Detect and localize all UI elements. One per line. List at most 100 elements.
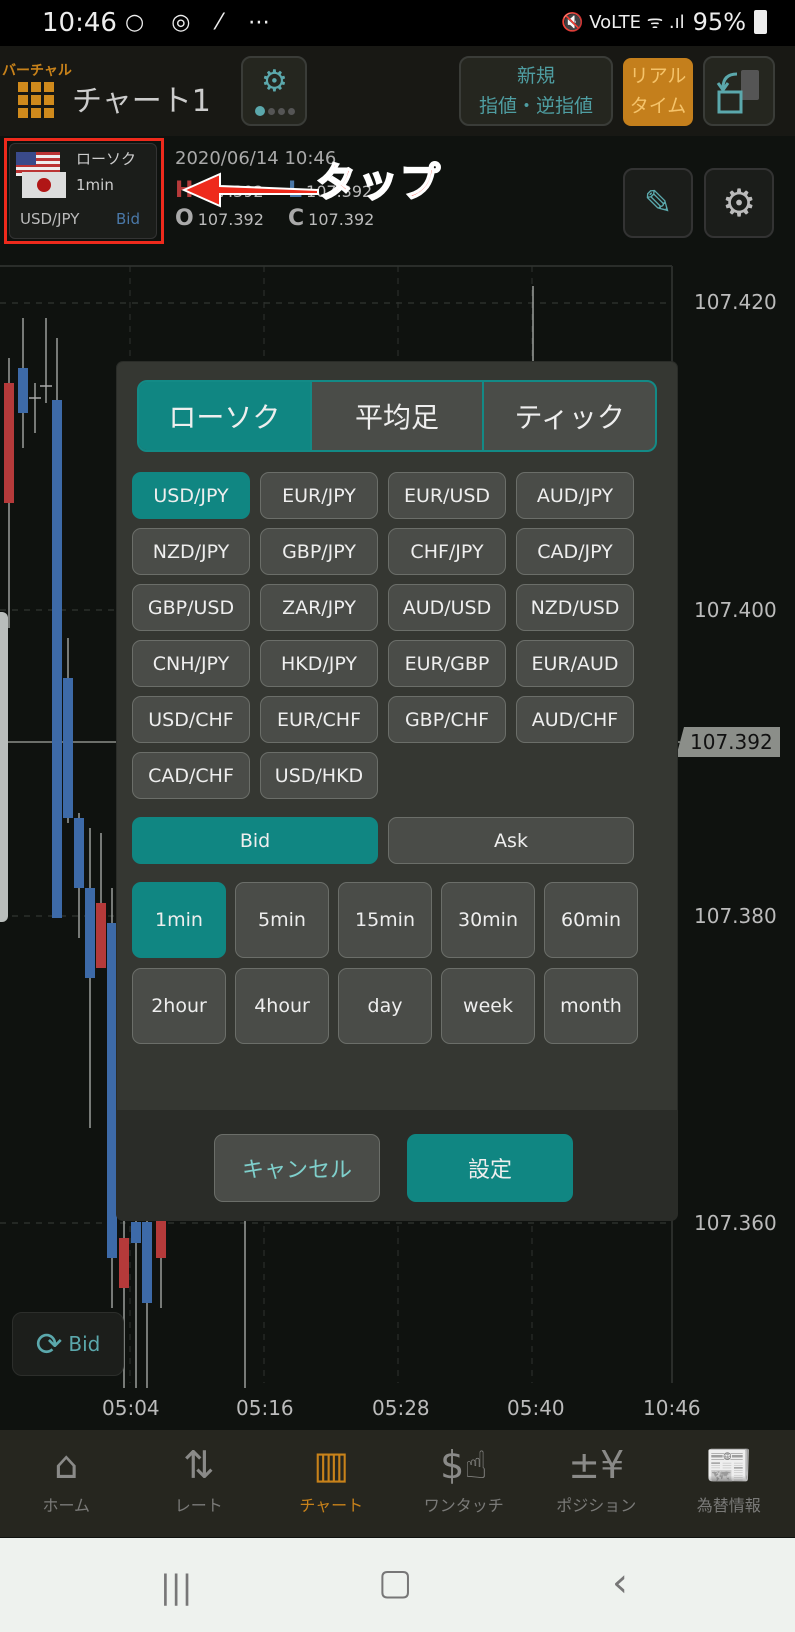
nav-item-2[interactable]: ▥ チャート xyxy=(265,1430,398,1537)
timeframe-option-4hour[interactable]: 4hour xyxy=(235,968,329,1044)
pair-option-nzd-jpy[interactable]: NZD/JPY xyxy=(132,528,250,575)
rotate-screen-button[interactable] xyxy=(703,56,775,126)
menu-grid-icon[interactable] xyxy=(18,82,54,118)
side-drawer-handle[interactable] xyxy=(0,612,8,922)
timeframe-option-day[interactable]: day xyxy=(338,968,432,1044)
chart-symbol-dialog: ローソク 平均足 ティック キャンセル 設定 USD/JPY EUR/JPY EUR… xyxy=(117,362,677,1220)
timeframe-option-week[interactable]: week xyxy=(441,968,535,1044)
timeframe-option-30min[interactable]: 30min xyxy=(441,882,535,958)
tab-tick[interactable]: ティック xyxy=(482,382,655,450)
pair-option-eur-gbp[interactable]: EUR/GBP xyxy=(388,640,506,687)
japan-flag-icon xyxy=(22,172,66,198)
pair-option-aud-jpy[interactable]: AUD/JPY xyxy=(516,472,634,519)
candle-body xyxy=(85,888,95,978)
pair-option-zar-jpy[interactable]: ZAR/JPY xyxy=(260,584,378,631)
drawing-tool-button[interactable]: ✎ xyxy=(623,168,693,238)
timeframe-option-month[interactable]: month xyxy=(544,968,638,1044)
realtime-button[interactable]: リアル タイム xyxy=(623,58,693,126)
nav-label: ワンタッチ xyxy=(423,1496,504,1515)
symbol-selector-highlight[interactable]: ローソク 1min USD/JPY Bid xyxy=(4,138,164,244)
android-navigation-bar: ||| ▢ ‹ xyxy=(0,1538,795,1632)
chart-title[interactable]: チャート1 xyxy=(72,76,211,120)
pair-option-usd-hkd[interactable]: USD/HKD xyxy=(260,752,378,799)
timeframe-option-15min[interactable]: 15min xyxy=(338,882,432,958)
side-label: Bid xyxy=(116,210,140,228)
timeframe-option-1min[interactable]: 1min xyxy=(132,882,226,958)
candle-body xyxy=(4,383,14,503)
candle-body xyxy=(18,368,28,413)
nav-item-0[interactable]: ⌂ ホーム xyxy=(0,1430,133,1537)
home-icon: ⌂ xyxy=(54,1443,79,1487)
position-icon: ±¥ xyxy=(568,1443,625,1487)
nav-label: チャート xyxy=(299,1496,364,1515)
timeframe-option-60min[interactable]: 60min xyxy=(544,882,638,958)
pair-option-aud-usd[interactable]: AUD/USD xyxy=(388,584,506,631)
timeframe-option-5min[interactable]: 5min xyxy=(235,882,329,958)
side-option-bid[interactable]: Bid xyxy=(132,817,378,864)
pair-option-gbp-jpy[interactable]: GBP/JPY xyxy=(260,528,378,575)
time-tick: 10:46 xyxy=(643,1396,701,1420)
candlestick-icon: ▥ xyxy=(313,1443,350,1487)
pair-option-hkd-jpy[interactable]: HKD/JPY xyxy=(260,640,378,687)
home-button[interactable]: ▢ xyxy=(378,1562,412,1603)
news-icon: 📰 xyxy=(705,1442,753,1487)
tab-candlestick[interactable]: ローソク xyxy=(139,382,310,450)
nav-item-5[interactable]: 📰 為替情報 xyxy=(663,1430,795,1537)
pair-option-eur-jpy[interactable]: EUR/JPY xyxy=(260,472,378,519)
pair-option-usd-jpy[interactable]: USD/JPY xyxy=(132,472,250,519)
recent-apps-button[interactable]: ||| xyxy=(160,1568,192,1606)
candle-body xyxy=(119,1238,129,1288)
nav-item-1[interactable]: ⇅ レート xyxy=(133,1430,266,1537)
side-option-ask[interactable]: Ask xyxy=(388,817,634,864)
tab-heikin-ashi[interactable]: 平均足 xyxy=(309,382,483,450)
nav-label: ホーム xyxy=(42,1496,91,1515)
notification-icons: ○ ◎ ⁄ ⋯ xyxy=(125,10,281,35)
pair-option-eur-aud[interactable]: EUR/AUD xyxy=(516,640,634,687)
chart-settings-button[interactable]: ⚙ xyxy=(704,168,774,238)
status-time: 10:46 xyxy=(42,8,117,38)
current-price-marker: 107.392 xyxy=(676,727,780,757)
refresh-icon: ⟳ xyxy=(35,1325,63,1363)
new-limit-stop-order-button[interactable]: 新規 指値・逆指値 xyxy=(459,56,613,126)
price-tick: 107.360 xyxy=(694,1211,777,1235)
symbol-selector-button[interactable]: ローソク 1min USD/JPY Bid xyxy=(9,143,157,239)
candle-body xyxy=(74,818,84,888)
pair-option-cad-chf[interactable]: CAD/CHF xyxy=(132,752,250,799)
price-tick: 107.380 xyxy=(694,904,777,928)
candle-body xyxy=(63,678,73,818)
candle-body xyxy=(142,1222,152,1303)
pair-option-aud-chf[interactable]: AUD/CHF xyxy=(516,696,634,743)
cancel-button[interactable]: キャンセル xyxy=(214,1134,380,1202)
pair-option-nzd-usd[interactable]: NZD/USD xyxy=(516,584,634,631)
nav-item-4[interactable]: ±¥ ポジション xyxy=(530,1430,663,1537)
rotate-screen-icon xyxy=(716,70,759,114)
back-button[interactable]: ‹ xyxy=(612,1560,628,1606)
pair-option-eur-chf[interactable]: EUR/CHF xyxy=(260,696,378,743)
time-tick: 05:28 xyxy=(372,1396,430,1420)
nav-label: レート xyxy=(174,1496,223,1515)
candle-body xyxy=(96,903,106,968)
candle-body xyxy=(52,400,62,918)
battery-percent: 95% xyxy=(692,8,746,36)
pair-option-gbp-chf[interactable]: GBP/CHF xyxy=(388,696,506,743)
pair-option-eur-usd[interactable]: EUR/USD xyxy=(388,472,506,519)
gear-icon: ⚙ xyxy=(721,181,757,225)
pair-option-chf-jpy[interactable]: CHF/JPY xyxy=(388,528,506,575)
virtual-mode-label: バーチャル xyxy=(2,63,72,79)
pencil-icon: ✎ xyxy=(643,183,673,223)
battery-icon xyxy=(754,10,767,34)
timeframe-label: 1min xyxy=(76,176,114,194)
apply-button[interactable]: 設定 xyxy=(407,1134,573,1202)
dialog-footer xyxy=(117,1110,677,1220)
pair-option-usd-chf[interactable]: USD/CHF xyxy=(132,696,250,743)
timeframe-option-2hour[interactable]: 2hour xyxy=(132,968,226,1044)
price-axis: 107.420 107.400 107.380 107.360 xyxy=(680,258,795,1388)
pair-option-cnh-jpy[interactable]: CNH/JPY xyxy=(132,640,250,687)
bid-ask-toggle-button[interactable]: ⟳ Bid xyxy=(12,1312,124,1376)
time-tick: 05:40 xyxy=(507,1396,565,1420)
chart-type-segmented-control: ローソク 平均足 ティック xyxy=(137,380,657,452)
chart-layout-settings-button[interactable]: ⚙ xyxy=(241,56,307,126)
pair-option-cad-jpy[interactable]: CAD/JPY xyxy=(516,528,634,575)
pair-option-gbp-usd[interactable]: GBP/USD xyxy=(132,584,250,631)
nav-item-3[interactable]: $☝ ワンタッチ xyxy=(398,1430,531,1537)
